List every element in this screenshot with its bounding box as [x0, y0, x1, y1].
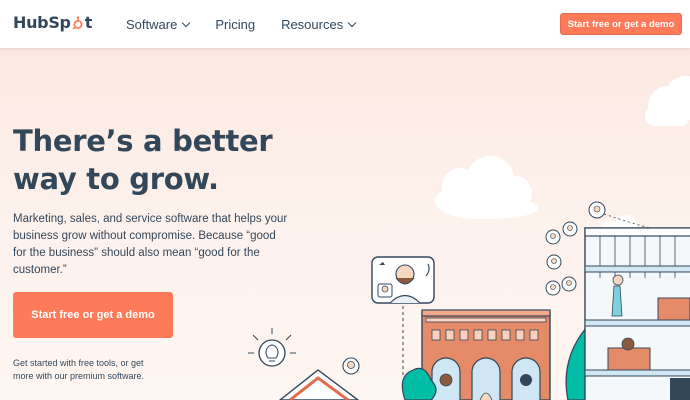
rooftop-left	[278, 369, 360, 400]
cloud-right	[645, 76, 690, 126]
hubspot-sprocket-icon	[72, 15, 83, 30]
hero-start-free-button[interactable]: Start free or get a demo	[13, 292, 173, 338]
brick-building	[421, 309, 551, 400]
hero-illustration	[248, 76, 690, 400]
glass-office-building	[584, 227, 690, 400]
logo-text-end: t	[84, 13, 93, 32]
avatar-icon	[342, 357, 360, 375]
lightbulb-icon	[248, 328, 296, 367]
cloud-middle	[435, 156, 538, 219]
hero-note: Get started with free tools, or get more…	[13, 358, 145, 381]
nav-item-resources[interactable]: Resources	[281, 17, 357, 32]
nav-item-pricing[interactable]: Pricing	[215, 17, 255, 32]
video-call-icon	[371, 256, 435, 304]
chevron-down-icon	[347, 18, 357, 27]
nav-links: Software Pricing Resources	[126, 17, 381, 32]
hubspot-logo[interactable]: HubSp t	[13, 13, 92, 32]
nav-start-free-button[interactable]: Start free or get a demo	[560, 13, 682, 35]
logo-text-start: HubSp	[13, 13, 71, 32]
nav-item-label: Software	[126, 17, 178, 32]
nav-item-software[interactable]: Software	[126, 17, 191, 32]
nav-item-label: Resources	[281, 17, 344, 32]
chevron-down-icon	[182, 18, 191, 27]
top-navigation: HubSp t Software Pricing Resources Start…	[0, 0, 690, 48]
nav-item-label: Pricing	[215, 17, 256, 32]
